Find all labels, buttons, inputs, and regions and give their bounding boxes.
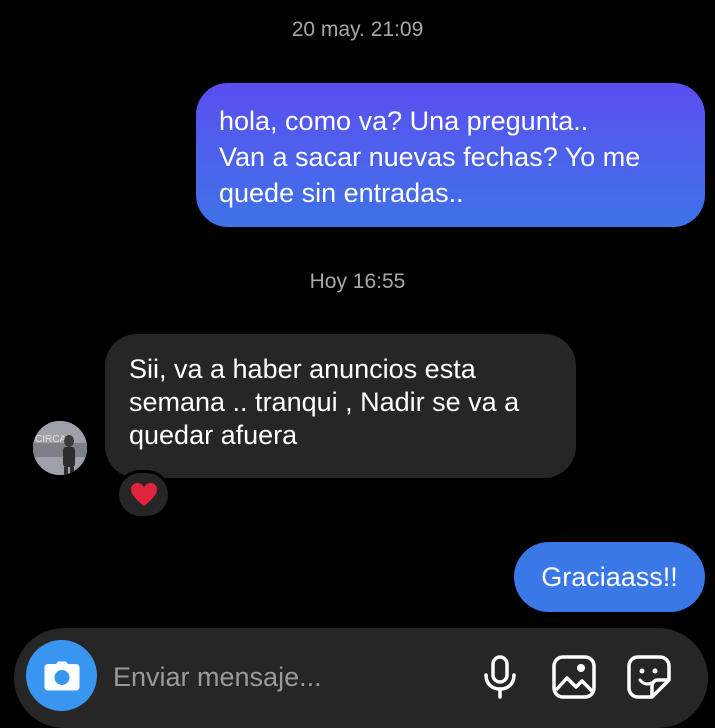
timestamp-2: Hoy 16:55 xyxy=(309,270,406,293)
sticker-button[interactable] xyxy=(626,654,672,705)
gallery-icon xyxy=(552,655,596,699)
message-line: hola, como va? Una pregunta.. xyxy=(219,106,589,136)
microphone-icon xyxy=(484,655,516,699)
incoming-message-1[interactable]: Sii, va a haber anuncios esta semana .. … xyxy=(105,334,576,478)
gallery-button[interactable] xyxy=(551,654,597,705)
message-line: quedar afuera xyxy=(129,420,298,450)
heart-icon xyxy=(130,482,157,506)
message-input[interactable] xyxy=(113,657,453,697)
outgoing-message-1[interactable]: hola, como va? Una pregunta.. Van a saca… xyxy=(196,83,705,227)
camera-button[interactable] xyxy=(26,640,97,711)
camera-icon xyxy=(44,661,79,690)
message-line: quede sin entradas.. xyxy=(219,178,464,208)
microphone-button[interactable] xyxy=(480,654,520,705)
message-line: Sii, va a haber anuncios esta xyxy=(129,354,476,384)
message-line: semana .. tranqui , Nadir se va a xyxy=(129,387,520,417)
avatar-logo-text: CIRCA xyxy=(35,434,66,445)
timestamp-1: 20 may. 21:09 xyxy=(291,18,424,41)
sender-avatar[interactable]: CIRCA xyxy=(33,421,87,475)
outgoing-message-2[interactable]: Graciaass!! xyxy=(514,542,705,612)
message-line: Van a sacar nuevas fechas? Yo me xyxy=(219,142,641,172)
contact-avatar-icon: CIRCA xyxy=(33,421,87,475)
heart-reaction[interactable] xyxy=(116,470,171,519)
sticker-icon xyxy=(627,655,671,699)
